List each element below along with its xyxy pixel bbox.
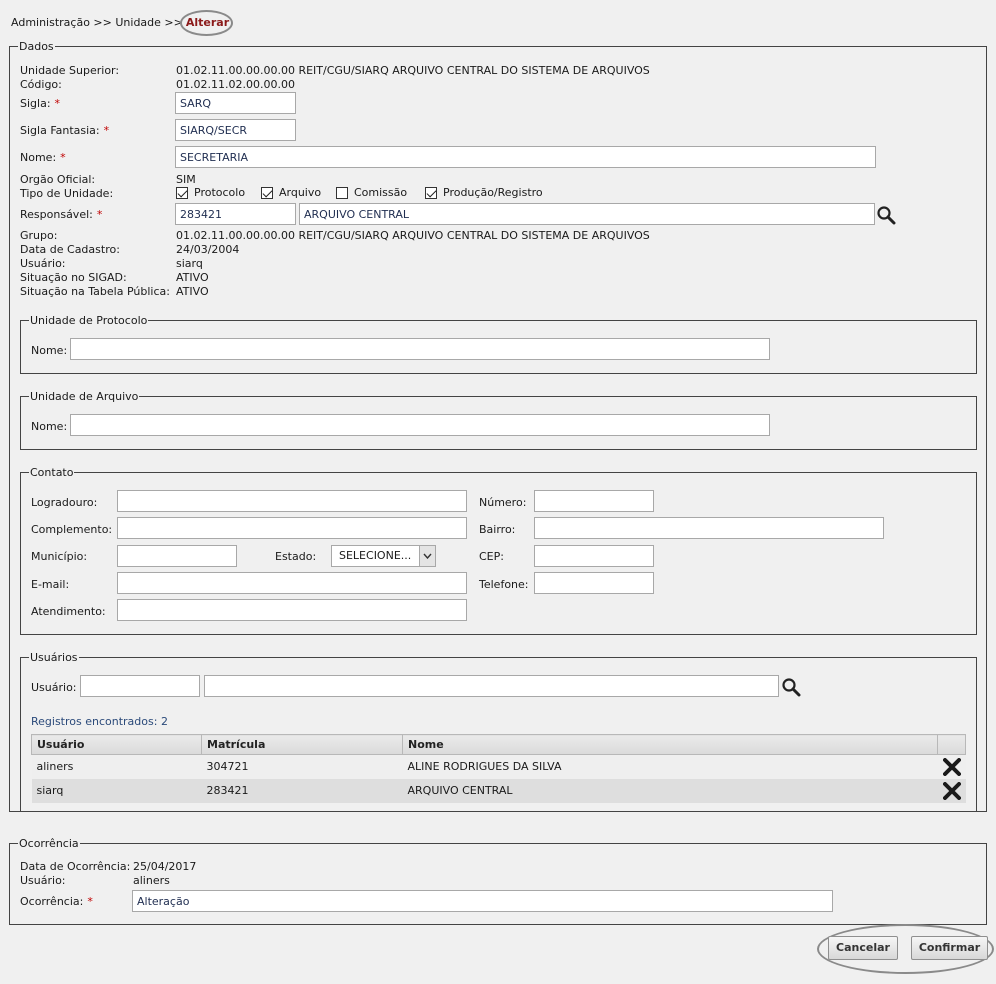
ocorrencia-usuario-label: Usuário: xyxy=(20,874,66,887)
email-input[interactable] xyxy=(117,572,467,594)
checkbox-producao-registro[interactable]: Produção/Registro xyxy=(425,186,543,199)
dados-legend: Dados xyxy=(18,40,55,53)
data-ocorrencia-value: 25/04/2017 xyxy=(133,860,197,873)
responsavel-code-input[interactable] xyxy=(175,203,296,225)
ocorrencia-usuario-value: aliners xyxy=(133,874,170,887)
data-cadastro-label: Data de Cadastro: xyxy=(20,243,120,256)
data-ocorrencia-label: Data de Ocorrência: xyxy=(20,860,131,873)
checkbox-arquivo[interactable]: Arquivo xyxy=(261,186,321,199)
logradouro-input[interactable] xyxy=(117,490,467,512)
orgao-oficial-label: Orgão Oficial: xyxy=(20,173,96,186)
table-row: siarq 283421 ARQUIVO CENTRAL xyxy=(31,778,966,803)
numero-input[interactable] xyxy=(534,490,654,512)
responsavel-name-input[interactable] xyxy=(299,203,875,225)
sigla-input[interactable] xyxy=(175,92,296,114)
situacao-tabela-value: ATIVO xyxy=(176,285,209,298)
municipio-label: Município: xyxy=(31,550,88,563)
estado-label: Estado: xyxy=(275,550,317,563)
logradouro-label: Logradouro: xyxy=(31,496,98,509)
cep-input[interactable] xyxy=(534,545,654,567)
checkbox-protocolo-box[interactable] xyxy=(176,186,188,199)
search-icon[interactable] xyxy=(781,677,803,699)
atendimento-input[interactable] xyxy=(117,599,467,621)
telefone-label: Telefone: xyxy=(479,578,529,591)
protocolo-legend: Unidade de Protocolo xyxy=(29,314,149,327)
cell-usuario: siarq xyxy=(31,778,202,803)
grupo-value: 01.02.11.00.00.00.00 REIT/CGU/SIARQ ARQU… xyxy=(176,229,650,242)
table-row: aliners 304721 ALINE RODRIGUES DA SILVA xyxy=(31,754,966,779)
column-matricula: Matrícula xyxy=(201,734,403,755)
protocolo-nome-input[interactable] xyxy=(70,338,770,360)
chevron-down-icon[interactable] xyxy=(419,546,435,566)
sigla-label: Sigla: * xyxy=(20,97,61,110)
checkbox-producao-registro-box[interactable] xyxy=(425,186,437,199)
checkbox-protocolo[interactable]: Protocolo xyxy=(176,186,245,199)
situacao-sigad-value: ATIVO xyxy=(176,271,209,284)
close-icon[interactable] xyxy=(942,781,961,800)
breadcrumb-path: Administração >> Unidade >> xyxy=(11,16,183,29)
data-cadastro-value: 24/03/2004 xyxy=(176,243,240,256)
email-label: E-mail: xyxy=(31,578,70,591)
cancel-button[interactable]: Cancelar xyxy=(828,936,898,960)
bairro-label: Bairro: xyxy=(479,523,516,536)
complemento-input[interactable] xyxy=(117,517,467,539)
arquivo-nome-input[interactable] xyxy=(70,414,770,436)
arquivo-nome-label: Nome: xyxy=(31,420,68,433)
codigo-value: 01.02.11.02.00.00.00 xyxy=(176,78,295,91)
usuarios-usuario-label: Usuário: xyxy=(31,681,77,694)
grupo-label: Grupo: xyxy=(20,229,58,242)
cell-matricula: 283421 xyxy=(201,778,403,803)
arquivo-legend: Unidade de Arquivo xyxy=(29,390,140,403)
usuarios-code-input[interactable] xyxy=(80,675,200,697)
cell-usuario: aliners xyxy=(31,754,202,779)
usuario-value: siarq xyxy=(176,257,203,270)
registros-encontrados: Registros encontrados: 2 xyxy=(31,715,168,728)
unidade-superior-label: Unidade Superior: xyxy=(20,64,120,77)
sigla-fantasia-input[interactable] xyxy=(175,119,296,141)
nome-input[interactable] xyxy=(175,146,876,168)
complemento-label: Complemento: xyxy=(31,523,113,536)
tipo-unidade-label: Tipo de Unidade: xyxy=(20,187,114,200)
nome-label: Nome: * xyxy=(20,151,66,164)
usuarios-name-input[interactable] xyxy=(204,675,779,697)
orgao-oficial-value: SIM xyxy=(176,173,196,186)
sigla-fantasia-label: Sigla Fantasia: * xyxy=(20,124,110,137)
confirm-button[interactable]: Confirmar xyxy=(911,936,988,960)
codigo-label: Código: xyxy=(20,78,62,91)
column-usuario: Usuário xyxy=(31,734,202,755)
checkbox-comissao[interactable]: Comissão xyxy=(336,186,407,199)
cell-nome: ALINE RODRIGUES DA SILVA xyxy=(402,754,938,779)
bairro-input[interactable] xyxy=(534,517,884,539)
protocolo-nome-label: Nome: xyxy=(31,344,68,357)
situacao-tabela-label: Situação na Tabela Pública: xyxy=(20,285,170,298)
checkbox-arquivo-box[interactable] xyxy=(261,186,273,199)
cell-nome: ARQUIVO CENTRAL xyxy=(402,778,938,803)
usuarios-legend: Usuários xyxy=(29,651,79,664)
usuario-label: Usuário: xyxy=(20,257,66,270)
search-icon[interactable] xyxy=(876,205,898,227)
estado-select[interactable]: SELECIONE... xyxy=(331,545,436,567)
column-actions xyxy=(937,734,966,755)
checkbox-comissao-box[interactable] xyxy=(336,186,348,199)
close-icon[interactable] xyxy=(942,757,961,776)
cep-label: CEP: xyxy=(479,550,504,563)
numero-label: Número: xyxy=(479,496,527,509)
municipio-input[interactable] xyxy=(117,545,237,567)
ocorrencia-label: Ocorrência: * xyxy=(20,895,93,908)
responsavel-label: Responsável: * xyxy=(20,208,103,221)
ocorrencia-input[interactable] xyxy=(132,890,833,912)
column-nome: Nome xyxy=(402,734,938,755)
unidade-superior-value: 01.02.11.00.00.00.00 REIT/CGU/SIARQ ARQU… xyxy=(176,64,650,77)
telefone-input[interactable] xyxy=(534,572,654,594)
remove-cell xyxy=(937,754,966,779)
usuarios-table: Usuário Matrícula Nome aliners 304721 AL… xyxy=(31,734,966,803)
contato-legend: Contato xyxy=(29,466,75,479)
atendimento-label: Atendimento: xyxy=(31,605,106,618)
ocorrencia-legend: Ocorrência xyxy=(18,837,80,850)
cell-matricula: 304721 xyxy=(201,754,403,779)
situacao-sigad-label: Situação no SIGAD: xyxy=(20,271,127,284)
remove-cell xyxy=(937,778,966,803)
highlight-oval xyxy=(180,10,233,36)
